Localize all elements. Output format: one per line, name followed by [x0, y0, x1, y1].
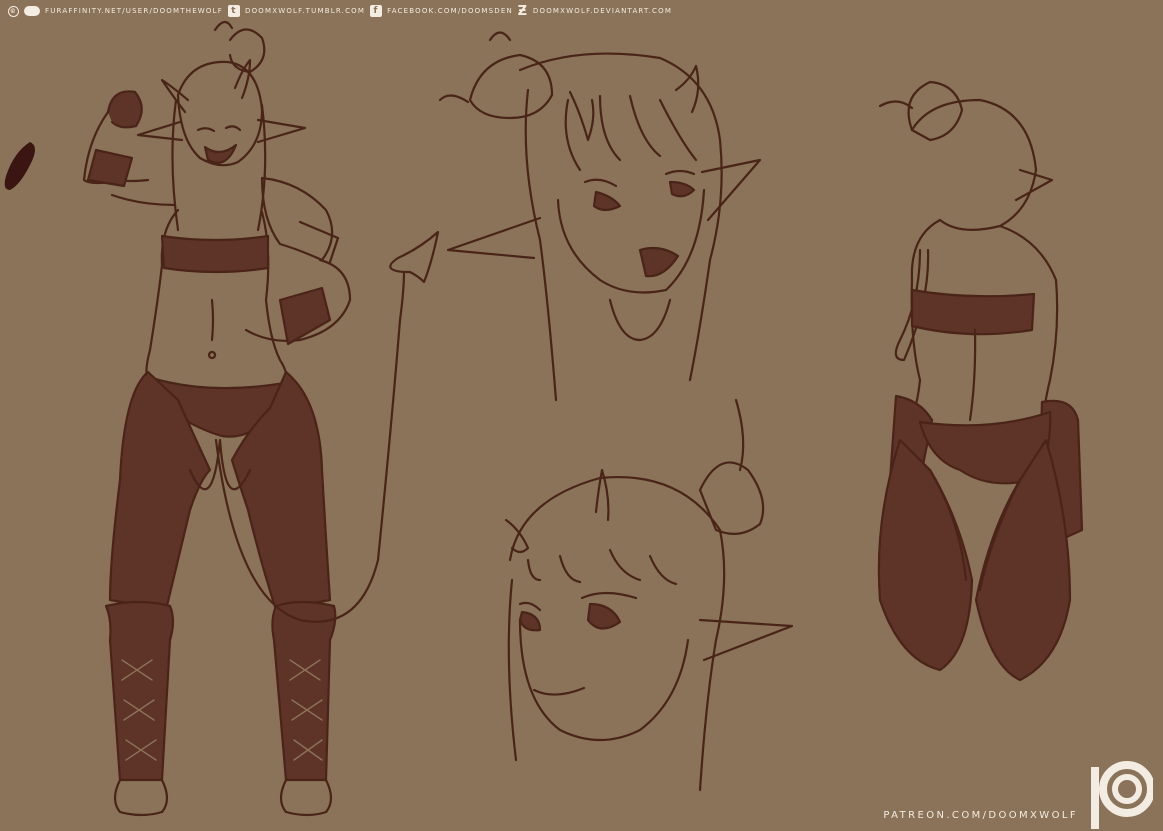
patreon-url[interactable]: PATREON.COM/DOOMXWOLF [883, 810, 1078, 821]
furaffinity-link[interactable]: FURAFFINITY.NET/USER/DOOMTHEWOLF [45, 7, 223, 15]
furaffinity-icon [24, 6, 40, 16]
head-study-smile [504, 398, 794, 792]
patreon-logo-icon[interactable] [1089, 759, 1153, 829]
head-study-angry [438, 31, 762, 402]
deviantart-icon: Ƶ [517, 3, 529, 19]
color-swatch [4, 142, 36, 190]
deviantart-link[interactable]: DOOMXWOLF.DEVIANTART.COM [533, 7, 672, 15]
copyright-icon: © [8, 5, 19, 17]
back-view-figure [877, 80, 1084, 682]
full-body-figure [82, 20, 440, 817]
facebook-icon: f [370, 5, 383, 17]
artist-credits: © FURAFFINITY.NET/USER/DOOMTHEWOLF t DOO… [8, 3, 672, 19]
sketch-canvas [4, 20, 1084, 817]
tumblr-link[interactable]: DOOMXWOLF.TUMBLR.COM [245, 7, 365, 15]
facebook-link[interactable]: FACEBOOK.COM/DOOMSDEN [387, 7, 513, 15]
tumblr-icon: t [227, 5, 240, 17]
